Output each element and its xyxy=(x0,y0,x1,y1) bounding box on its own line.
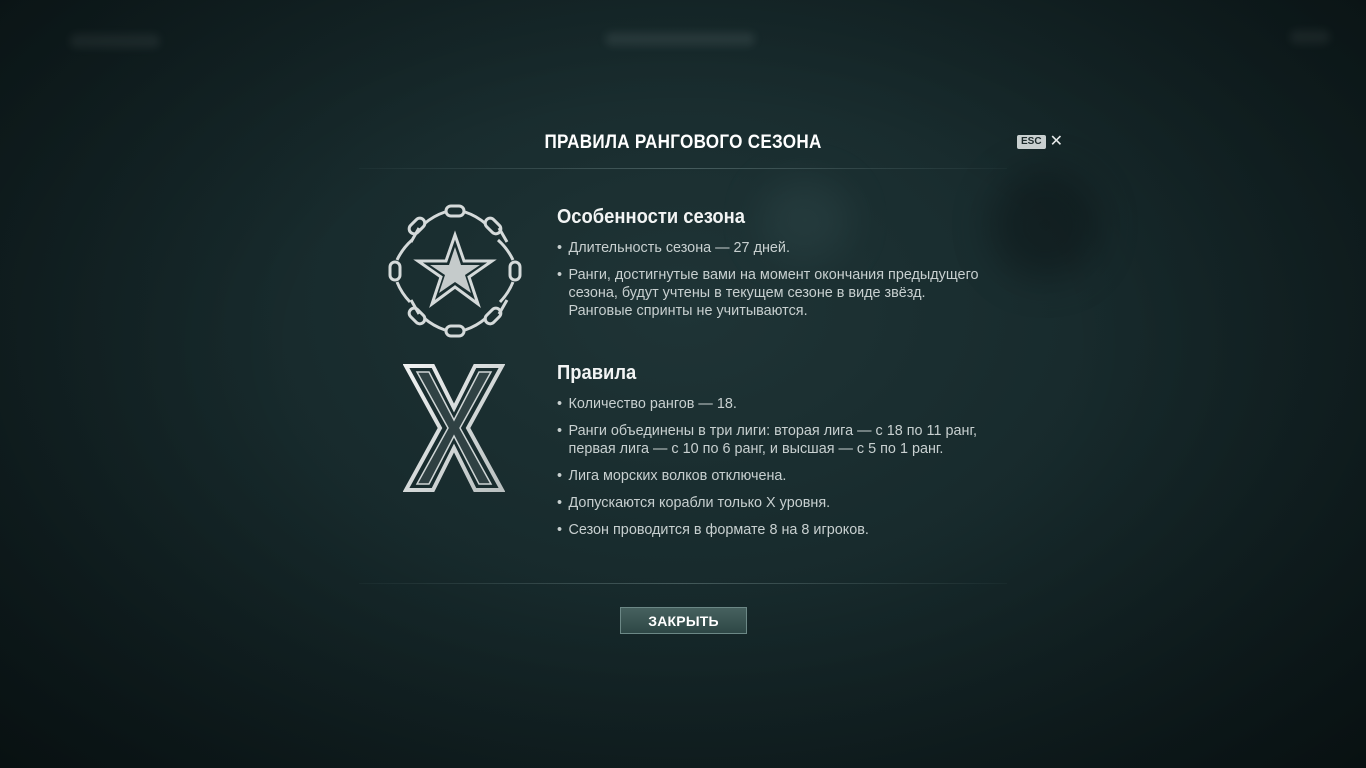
list-item: Длительность сезона — 27 дней. xyxy=(557,239,989,257)
season-features-section: Особенности сезона Длительность сезона —… xyxy=(557,206,1007,329)
list-item: Лига морских волков отключена. xyxy=(557,467,989,485)
tier-x-icon xyxy=(403,364,505,492)
background-tab xyxy=(605,32,755,46)
background-tab xyxy=(70,34,160,48)
list-item: Ранги объединены в три лиги: вторая лига… xyxy=(557,422,989,458)
close-icon[interactable]: ✕ xyxy=(1050,134,1063,150)
esc-close-control[interactable]: ESC ✕ xyxy=(1017,134,1063,150)
rules-section: Правила Количество рангов — 18. Ранги об… xyxy=(557,362,1007,548)
background-tab xyxy=(1290,30,1330,44)
season-features-list: Длительность сезона — 27 дней. Ранги, до… xyxy=(557,239,1007,320)
rules-list: Количество рангов — 18. Ранги объединены… xyxy=(557,395,1007,539)
esc-badge: ESC xyxy=(1017,135,1046,149)
close-button[interactable]: ЗАКРЫТЬ xyxy=(620,607,747,634)
list-item: Количество рангов — 18. xyxy=(557,395,989,413)
dialog-title: ПРАВИЛА РАНГОВОГО СЕЗОНА xyxy=(544,132,822,153)
list-item: Допускаются корабли только X уровня. xyxy=(557,494,989,512)
footer-divider xyxy=(359,583,1007,584)
header-divider xyxy=(359,168,1007,169)
season-features-heading: Особенности сезона xyxy=(557,206,746,228)
list-item: Сезон проводится в формате 8 на 8 игроко… xyxy=(557,521,989,539)
star-chain-icon xyxy=(388,204,522,338)
ranked-rules-dialog: ПРАВИЛА РАНГОВОГО СЕЗОНА ESC ✕ Особеннос… xyxy=(359,120,1063,650)
list-item: Ранги, достигнутые вами на момент оконча… xyxy=(557,266,989,320)
rules-heading: Правила xyxy=(557,362,637,384)
